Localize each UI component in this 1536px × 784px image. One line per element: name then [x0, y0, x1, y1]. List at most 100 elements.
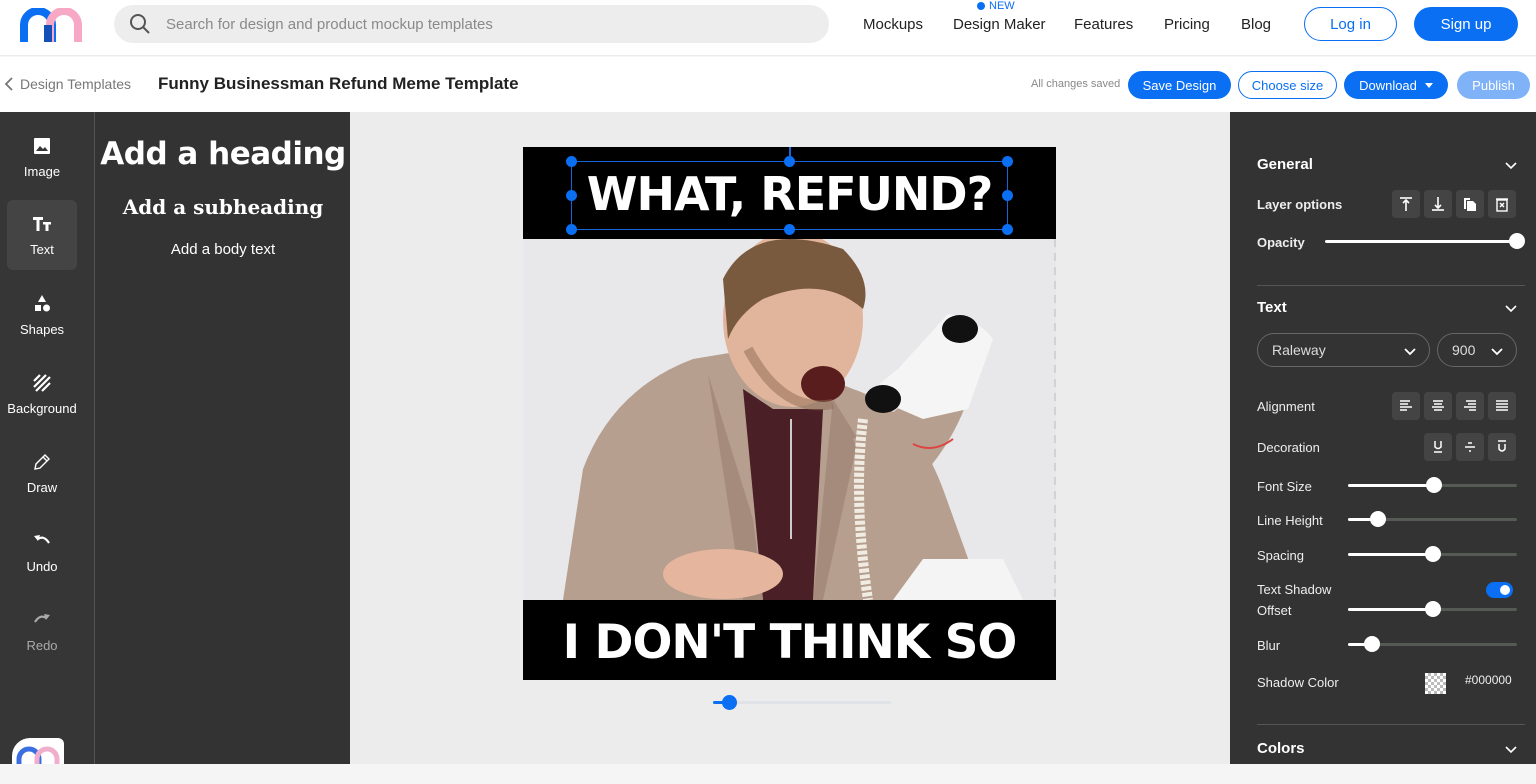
underline-button[interactable] — [1424, 433, 1452, 461]
top-caption-text[interactable]: WHAT, REFUND? — [523, 167, 1056, 221]
resize-handle-bottom-left[interactable] — [566, 224, 577, 235]
align-justify-icon — [1496, 400, 1508, 411]
resize-handle-top-left[interactable] — [566, 156, 577, 167]
add-subheading-button[interactable]: Add a subheading — [95, 195, 351, 219]
delete-button[interactable] — [1488, 190, 1516, 218]
duplicate-button[interactable] — [1456, 190, 1484, 218]
rail-label-background: Background — [7, 400, 77, 416]
nav-blog[interactable]: Blog — [1241, 16, 1271, 33]
resize-handle-top[interactable] — [784, 156, 795, 167]
font-size-label: Font Size — [1257, 479, 1312, 494]
font-family-select[interactable]: Raleway — [1257, 333, 1430, 367]
section-divider — [1257, 285, 1525, 286]
slider-knob[interactable] — [1509, 233, 1525, 249]
duplicate-icon — [1464, 198, 1476, 211]
resize-handle-bottom-right[interactable] — [1002, 224, 1013, 235]
chevron-down-icon[interactable] — [1504, 301, 1518, 315]
download-button[interactable]: Download — [1344, 71, 1448, 99]
signup-button[interactable]: Sign up — [1414, 7, 1518, 41]
search-input[interactable] — [166, 15, 766, 33]
add-heading-button[interactable]: Add a heading — [95, 136, 351, 172]
shadow-color-swatch[interactable] — [1425, 673, 1446, 694]
align-right-button[interactable] — [1456, 392, 1484, 420]
slider-fill — [1348, 484, 1435, 487]
bring-to-front-button[interactable] — [1392, 190, 1420, 218]
bottom-caption-text[interactable]: I DON'T THINK SO — [523, 615, 1056, 670]
resize-handle-left[interactable] — [566, 190, 577, 201]
line-height-slider[interactable] — [1348, 511, 1517, 527]
nav-features[interactable]: Features — [1074, 16, 1133, 33]
rail-label-redo: Redo — [26, 637, 58, 653]
slider-knob[interactable] — [1424, 546, 1441, 562]
align-right-icon — [1464, 400, 1476, 411]
back-label: Design Templates — [20, 76, 132, 92]
save-status: All changes saved — [1031, 78, 1121, 90]
meme-artboard[interactable]: WHAT, REFUND? I DON'T THINK SO — [523, 147, 1056, 680]
offset-slider[interactable] — [1348, 601, 1517, 617]
publish-button[interactable]: Publish — [1457, 71, 1530, 99]
slider-knob[interactable] — [1424, 601, 1441, 617]
blur-label: Blur — [1257, 638, 1281, 653]
send-to-back-button[interactable] — [1424, 190, 1452, 218]
nav-design-maker[interactable]: Design Maker — [953, 16, 1046, 33]
spacing-slider[interactable] — [1348, 546, 1517, 562]
blur-slider[interactable] — [1348, 636, 1517, 652]
slider-knob[interactable] — [1363, 636, 1380, 652]
text-section-title[interactable]: Text — [1257, 299, 1287, 316]
font-size-slider[interactable] — [1348, 477, 1517, 493]
rail-label-text: Text — [30, 241, 54, 257]
resize-handle-right[interactable] — [1002, 190, 1013, 201]
rail-item-text[interactable]: Text — [7, 200, 77, 270]
align-left-button[interactable] — [1392, 392, 1420, 420]
pencil-icon — [34, 453, 50, 470]
rail-item-shapes[interactable]: Shapes — [7, 280, 77, 350]
text-shadow-toggle[interactable] — [1486, 582, 1513, 598]
mockey-logo[interactable] — [20, 8, 82, 42]
alignment-label: Alignment — [1257, 399, 1315, 414]
rail-item-undo[interactable]: Undo — [7, 517, 77, 587]
nav-pricing[interactable]: Pricing — [1164, 16, 1210, 33]
top-nav: Mockups NEW Design Maker Features Pricin… — [0, 0, 1536, 56]
slider-knob[interactable] — [1370, 511, 1387, 527]
search-bar[interactable] — [114, 5, 829, 43]
chevron-left-icon — [4, 77, 13, 91]
nav-mockups[interactable]: Mockups — [863, 16, 923, 33]
line-height-label: Line Height — [1257, 513, 1323, 528]
align-center-button[interactable] — [1424, 392, 1452, 420]
login-button[interactable]: Log in — [1304, 7, 1397, 41]
slider-fill — [1348, 553, 1433, 556]
add-body-text-button[interactable]: Add a body text — [95, 241, 351, 258]
overline-button[interactable] — [1488, 433, 1516, 461]
rail-item-draw[interactable]: Draw — [7, 438, 77, 508]
align-justify-button[interactable] — [1488, 392, 1516, 420]
slider-knob[interactable] — [1426, 477, 1443, 493]
zoom-knob[interactable] — [722, 695, 738, 710]
rail-item-background[interactable]: Background — [7, 359, 77, 429]
save-design-button[interactable]: Save Design — [1128, 71, 1231, 99]
chevron-down-icon[interactable] — [1504, 158, 1518, 172]
align-left-icon — [1400, 400, 1412, 411]
rail-item-redo[interactable]: Redo — [7, 596, 77, 666]
spacing-label: Spacing — [1257, 548, 1304, 563]
rail-item-image[interactable]: Image — [7, 122, 77, 192]
back-link[interactable]: Design Templates — [4, 76, 131, 92]
search-icon — [130, 14, 150, 34]
colors-section-title[interactable]: Colors — [1257, 740, 1305, 757]
choose-size-button[interactable]: Choose size — [1238, 71, 1337, 99]
businessman-photo[interactable] — [523, 239, 1056, 600]
chevron-down-icon[interactable] — [1504, 742, 1518, 756]
zoom-slider[interactable] — [713, 695, 893, 710]
strikethrough-button[interactable] — [1456, 433, 1484, 461]
opacity-slider[interactable] — [1325, 233, 1525, 249]
general-section-title[interactable]: General — [1257, 156, 1313, 173]
shadow-color-hex[interactable]: #000000 — [1465, 673, 1512, 687]
download-label: Download — [1359, 77, 1417, 93]
new-badge-label: NEW — [989, 0, 1015, 12]
font-weight-select[interactable]: 900 — [1437, 333, 1517, 367]
resize-handle-bottom[interactable] — [784, 224, 795, 235]
strikethrough-icon — [1465, 442, 1475, 452]
resize-handle-top-right[interactable] — [1002, 156, 1013, 167]
chevron-down-icon — [1491, 348, 1503, 356]
slider-fill — [1348, 608, 1433, 611]
tool-rail: Image Text Shapes Background Draw Undo R… — [0, 112, 94, 764]
